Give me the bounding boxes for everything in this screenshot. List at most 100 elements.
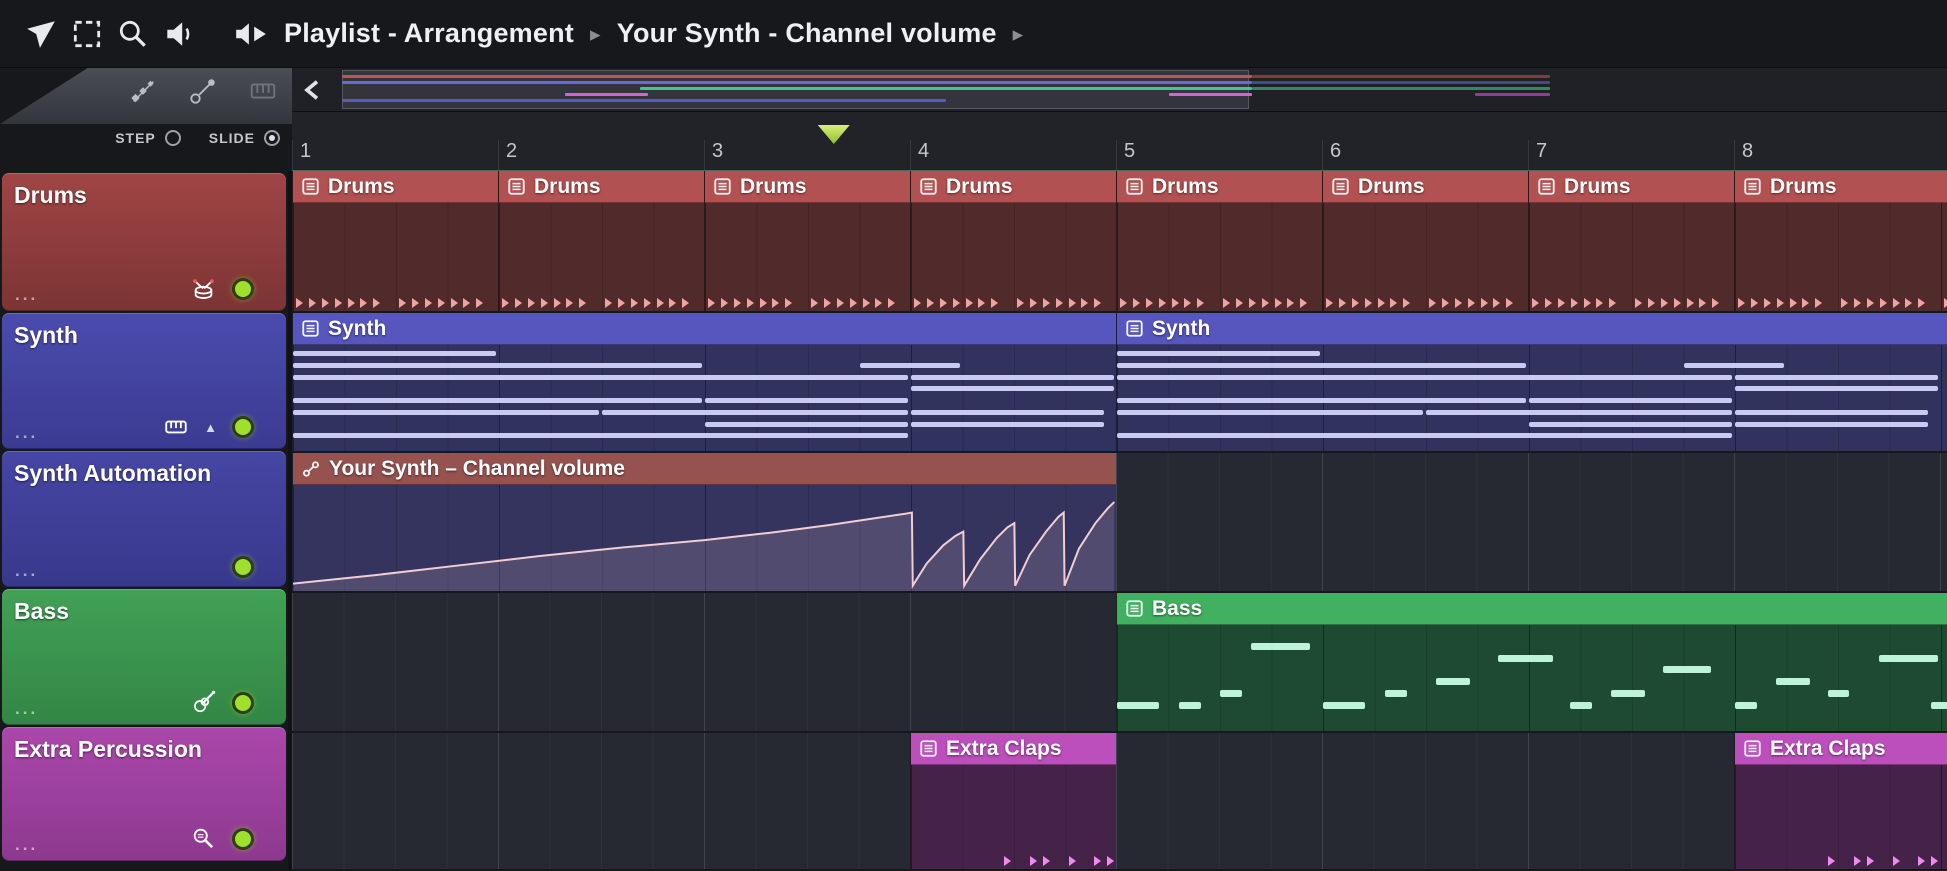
track-options-dots[interactable]: ... — [15, 835, 38, 855]
hit-preview — [1570, 298, 1578, 308]
track-mute-led[interactable] — [232, 277, 254, 300]
hit-preview — [1750, 298, 1758, 308]
pattern-icon — [1126, 600, 1143, 617]
playlist-row-bass[interactable]: Bass — [292, 593, 1947, 733]
pattern-icon — [302, 178, 319, 195]
clip-drums-6[interactable]: Drums — [1322, 171, 1528, 311]
hit-preview — [720, 298, 728, 308]
track-header-synth-automation[interactable]: Synth Automation... — [2, 451, 286, 587]
hit-preview — [1738, 298, 1745, 308]
top-toolbar: Playlist - Arrangement ▸ Your Synth - Ch… — [0, 0, 1947, 68]
navigator-clip-line-9 — [341, 99, 946, 102]
track-options-dots[interactable]: ... — [15, 699, 38, 719]
note-preview — [1117, 409, 1423, 415]
clip-drums-2[interactable]: Drums — [498, 171, 704, 311]
hit-preview — [1544, 298, 1552, 308]
clip-drums-5[interactable]: Drums — [1116, 171, 1322, 311]
timeline-ruler[interactable]: 1 2 3 4 5 6 7 8 — [292, 112, 1947, 171]
clip-header: Synth — [1117, 313, 1947, 345]
ruler-tick-6 — [1322, 140, 1323, 170]
hit-preview — [836, 298, 844, 308]
clip-extra-claps-2[interactable]: Extra Claps — [1734, 733, 1947, 869]
hit-preview — [1583, 298, 1591, 308]
volume-icon[interactable] — [156, 11, 202, 57]
collapse-group-arrow-icon[interactable]: ▲ — [204, 421, 217, 434]
note-preview — [1220, 689, 1242, 697]
track-mute-led[interactable] — [232, 691, 254, 714]
track-options-dots[interactable]: ... — [15, 561, 38, 581]
playlist-grid[interactable]: Drums Drums Drums Drums Drums Drums Drums Drums… — [292, 171, 1947, 871]
breadcrumb-playlist[interactable]: Playlist - Arrangement — [284, 18, 574, 49]
clip-header: Your Synth – Channel volume — [293, 453, 1116, 485]
note-preview — [1117, 362, 1526, 368]
performance-particles-icon[interactable] — [128, 76, 158, 111]
note-preview — [1879, 654, 1938, 662]
playlist-focus-icon[interactable] — [228, 11, 274, 57]
selection-tool-icon[interactable] — [64, 11, 110, 57]
clip-bass-1[interactable]: Bass — [1116, 593, 1947, 731]
hit-preview — [1789, 298, 1797, 308]
clip-drums-3[interactable]: Drums — [704, 171, 910, 311]
slide-note-icon[interactable] — [188, 76, 218, 111]
step-label: STEP — [115, 130, 156, 146]
scroll-left-icon[interactable] — [302, 77, 322, 108]
clip-body — [911, 203, 1116, 311]
track-mute-led[interactable] — [232, 828, 254, 850]
hit-preview — [991, 298, 999, 308]
hit-preview — [1055, 298, 1063, 308]
hit-preview — [1802, 298, 1810, 308]
clip-drums-4[interactable]: Drums — [910, 171, 1116, 311]
note-preview — [1426, 409, 1732, 415]
step-toggle[interactable] — [164, 130, 181, 146]
note-preview — [1384, 689, 1407, 697]
clip-extra-claps-1[interactable]: Extra Claps — [910, 733, 1116, 869]
hit-preview — [1493, 298, 1501, 308]
hit-preview — [1081, 298, 1089, 308]
clip-body — [499, 203, 704, 311]
clip-synth-1[interactable]: Synth — [292, 313, 1116, 451]
hit-preview — [1300, 298, 1308, 308]
track-options-dots[interactable]: ... — [15, 423, 38, 443]
note-preview — [1776, 678, 1811, 685]
pattern-icon — [920, 178, 937, 195]
track-mute-led[interactable] — [232, 556, 254, 578]
hit-preview — [1596, 298, 1604, 308]
clip-header: Extra Claps — [911, 733, 1116, 765]
ruler-tick-7 — [1528, 140, 1529, 170]
slide-toggle[interactable] — [264, 130, 280, 146]
track-controls — [190, 275, 254, 302]
hit-preview — [1042, 856, 1050, 866]
mini-keyboard-icon[interactable] — [248, 76, 278, 111]
pattern-icon — [1332, 178, 1349, 195]
playlist-row-drums[interactable]: Drums Drums Drums Drums Drums Drums Drums Drums — [292, 171, 1947, 313]
note-preview — [1683, 362, 1784, 368]
breadcrumb-target[interactable]: Your Synth - Channel volume — [617, 18, 997, 49]
playhead-marker[interactable] — [817, 125, 850, 144]
hit-preview — [1918, 856, 1926, 866]
clip-drums-1[interactable]: Drums — [292, 171, 498, 311]
track-name-synth-automation: Synth Automation — [14, 460, 212, 486]
hit-preview — [1660, 298, 1668, 308]
timeline-navigator[interactable] — [292, 68, 1947, 112]
playlist-row-extra-percussion[interactable]: Extra Claps Extra Claps — [292, 733, 1947, 871]
hit-preview — [347, 298, 355, 308]
clip-synth-2[interactable]: Synth — [1116, 313, 1947, 451]
hit-preview — [502, 298, 509, 308]
note-preview — [911, 421, 1104, 427]
track-mute-led[interactable] — [232, 416, 254, 438]
track-header-synth[interactable]: Synth... ▲ — [2, 313, 286, 449]
track-header-bass[interactable]: Bass... — [2, 589, 286, 725]
hit-preview — [308, 298, 316, 308]
clip-your-synth-channel-volume-1[interactable]: Your Synth – Channel volume — [292, 453, 1116, 591]
track-options-dots[interactable]: ... — [15, 285, 38, 305]
track-name-synth: Synth — [14, 322, 78, 348]
clip-drums-7[interactable]: Drums — [1528, 171, 1734, 311]
app-logo-icon[interactable] — [18, 11, 64, 57]
track-header-extra-percussion[interactable]: Extra Percussion... — [2, 727, 286, 861]
track-header-drums[interactable]: Drums... — [2, 173, 286, 311]
clip-drums-8[interactable]: Drums — [1734, 171, 1947, 311]
clip-header: Drums — [1735, 171, 1947, 203]
playlist-row-synth[interactable]: Synth Synth — [292, 313, 1947, 453]
playlist-row-synth-automation[interactable]: Your Synth – Channel volume — [292, 453, 1947, 593]
zoom-tool-icon[interactable] — [110, 11, 156, 57]
